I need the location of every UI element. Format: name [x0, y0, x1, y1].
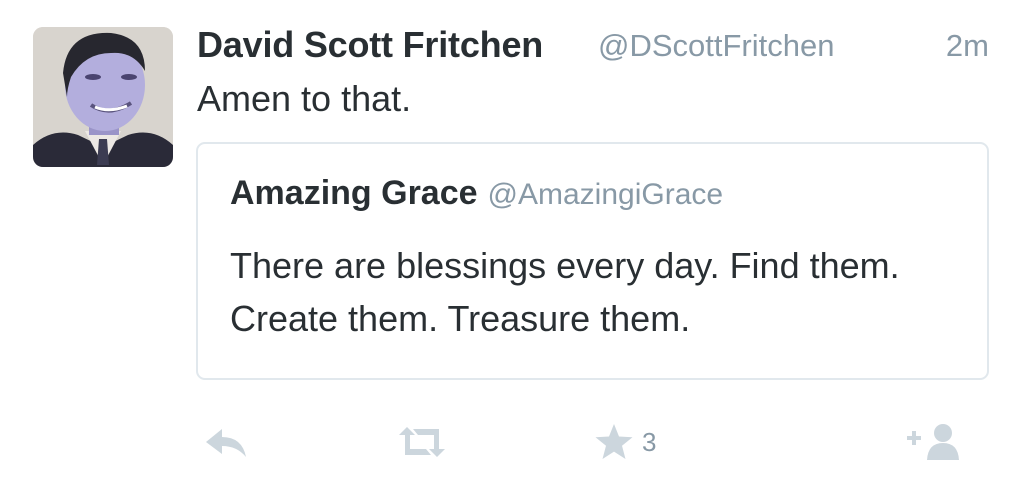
quoted-tweet-text: There are blessings every day. Find them… — [230, 245, 900, 339]
author-avatar[interactable] — [33, 27, 173, 167]
favorite-count: 3 — [642, 426, 657, 457]
author-name[interactable]: David Scott Fritchen — [197, 24, 543, 66]
avatar-photo — [33, 27, 173, 167]
reply-button[interactable] — [204, 412, 248, 472]
quoted-author-handle: @AmazingiGrace — [487, 178, 724, 211]
tweet-header: David Scott Fritchen @DScottFritchen 2m — [197, 20, 997, 72]
quoted-tweet-header: Amazing Grace @AmazingiGrace — [230, 174, 723, 213]
star-icon — [595, 424, 633, 459]
retweet-icon — [399, 427, 445, 457]
tweet-actions: 3 — [196, 412, 996, 472]
favorite-button[interactable]: 3 — [594, 412, 656, 472]
tweet-timestamp[interactable]: 2m — [946, 28, 989, 64]
follow-icon — [907, 424, 959, 460]
tweet-text: Amen to that. — [197, 78, 412, 119]
retweet-button[interactable] — [396, 412, 448, 472]
reply-icon — [206, 429, 246, 457]
follow-button[interactable] — [903, 412, 963, 472]
quoted-tweet-card[interactable]: Amazing Grace @AmazingiGrace There are bl… — [196, 142, 989, 380]
author-handle[interactable]: @DScottFritchen — [598, 28, 834, 64]
quoted-author-name: Amazing Grace — [230, 174, 478, 212]
